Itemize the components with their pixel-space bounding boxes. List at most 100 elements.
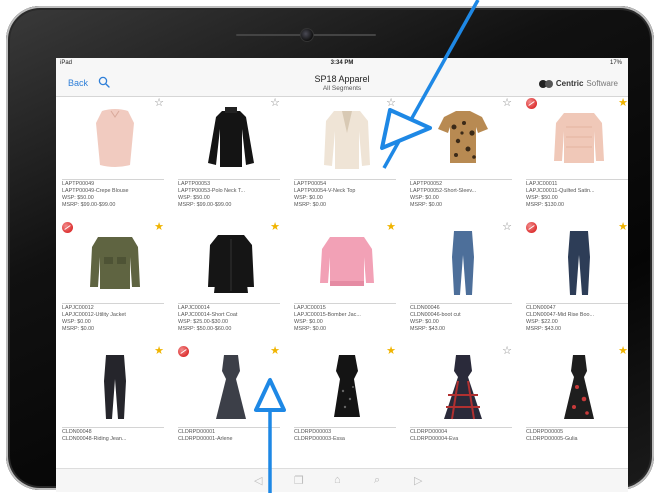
favorite-star-icon[interactable]: ★	[618, 222, 628, 233]
flag-badge-icon	[526, 98, 537, 109]
favorite-star-icon[interactable]: ★	[270, 222, 280, 233]
product-code: LAPTP00053	[178, 181, 211, 187]
product-card[interactable]: ★ LAPJC00014 LAPJC00014-Short Coat WSP: $25…	[174, 221, 288, 347]
product-card[interactable]: ★ CLDRPD00003 CLDRPD00003-Essa	[290, 345, 404, 471]
favorite-star-icon[interactable]: ★	[154, 346, 164, 357]
product-card[interactable]: ☆ LAPTP00052 LAPTP00052-Short-Sleev... WSP:…	[406, 97, 520, 223]
card-divider	[294, 179, 396, 180]
product-name: LAPTP00052-Short-Sleev...	[410, 188, 477, 194]
product-name: LAPTP00053-Polo Neck T...	[178, 188, 246, 194]
card-divider	[526, 303, 628, 304]
product-card[interactable]: ★ LAPJC00012 LAPJC00012-Utility Jacket WSP:…	[58, 221, 172, 347]
product-name: LAPTP00049-Crepe Blouse	[62, 188, 129, 194]
favorite-star-icon[interactable]: ☆	[270, 98, 280, 109]
product-card[interactable]: ★ CLDRPD00001 CLDRPD00001-Arlene	[174, 345, 288, 471]
product-card[interactable]: ☆ LAPTP00054 LAPTP00054-V-Neck Top WSP: $0.…	[290, 97, 404, 223]
favorite-star-icon[interactable]: ★	[270, 346, 280, 357]
favorite-star-icon[interactable]: ☆	[502, 222, 512, 233]
product-name: LAPJC00015-Bomber Jac...	[294, 312, 361, 318]
product-card[interactable]: ★ CLDN00047 CLDN00047-Mid Rise Boo... WSP: …	[522, 221, 628, 347]
favorite-star-icon[interactable]: ★	[386, 346, 396, 357]
camera-icon	[300, 28, 314, 42]
product-msrp: MSRP: $0.00	[294, 326, 327, 332]
product-msrp: MSRP: $99.00-$99.00	[62, 202, 116, 208]
product-image[interactable]	[312, 227, 382, 297]
product-code: LAPJC00012	[62, 305, 94, 311]
product-card[interactable]: ☆ LAPTP00049 LAPTP00049-Crepe Blouse WSP: $…	[58, 97, 172, 223]
product-code: CLDN00048	[62, 429, 92, 435]
product-wsp: WSP: $0.00	[294, 195, 323, 201]
card-divider	[526, 427, 628, 428]
product-card[interactable]: ★ LAPJC00011 LAPJC00011-Quilted Satin... WS…	[522, 97, 628, 223]
card-divider	[62, 303, 164, 304]
product-name: CLDN00046-boot cut	[410, 312, 461, 318]
product-name: LAPJC00012-Utility Jacket	[62, 312, 126, 318]
battery-label: 17%	[609, 60, 622, 66]
product-image[interactable]	[544, 227, 614, 297]
product-code: CLDRPD00005	[526, 429, 564, 435]
favorite-star-icon[interactable]: ☆	[386, 98, 396, 109]
favorite-star-icon[interactable]: ★	[618, 98, 628, 109]
home-icon[interactable]: ⌂	[334, 474, 341, 486]
product-code: LAPTP00049	[62, 181, 95, 187]
product-code: LAPJC00015	[294, 305, 326, 311]
product-wsp: WSP: $0.00	[294, 319, 323, 325]
logo-text-light: Software	[586, 79, 618, 88]
product-image[interactable]	[312, 351, 382, 421]
tablet-frame: iPad 3:34 PM 17% Back SP18 Apparel All S…	[6, 6, 654, 492]
product-image[interactable]	[544, 103, 614, 173]
product-name: CLDRPD00001-Arlene	[178, 436, 233, 442]
flag-badge-icon	[62, 222, 73, 233]
product-image[interactable]	[428, 351, 498, 421]
product-name: CLDRPD00005-Gulia	[526, 436, 578, 442]
product-msrp: MSRP: $130.00	[526, 202, 565, 208]
product-card[interactable]: ☆ CLDN00046 CLDN00046-boot cut WSP: $0.00 MS…	[406, 221, 520, 347]
favorite-star-icon[interactable]: ☆	[502, 346, 512, 357]
product-card[interactable]: ★ CLDN00048 CLDN00048-Riding Jean...	[58, 345, 172, 471]
product-image[interactable]	[428, 227, 498, 297]
product-card[interactable]: ★ CLDRPD00005 CLDRPD00005-Gulia	[522, 345, 628, 471]
product-wsp: WSP: $0.00	[410, 195, 439, 201]
copy-icon[interactable]: ❐	[294, 474, 304, 487]
flag-badge-icon	[178, 346, 189, 357]
favorite-star-icon[interactable]: ★	[386, 222, 396, 233]
product-image[interactable]	[428, 103, 498, 173]
favorite-star-icon[interactable]: ★	[618, 346, 628, 357]
favorite-star-icon[interactable]: ☆	[154, 98, 164, 109]
favorite-star-icon[interactable]: ★	[154, 222, 164, 233]
product-image[interactable]	[544, 351, 614, 421]
back-arrow-icon[interactable]: ◁	[254, 474, 262, 487]
product-wsp: WSP: $25.00-$30.00	[178, 319, 229, 325]
card-divider	[178, 303, 280, 304]
product-image[interactable]	[196, 351, 266, 421]
search-dock-icon[interactable]: ⌕	[374, 474, 380, 487]
product-name: CLDN00047-Mid Rise Boo...	[526, 312, 595, 318]
card-divider	[62, 179, 164, 180]
product-image[interactable]	[80, 227, 150, 297]
status-time: 3:34 PM	[330, 60, 354, 66]
product-image[interactable]	[312, 103, 382, 173]
product-wsp: WSP: $0.00	[62, 319, 91, 325]
favorite-star-icon[interactable]: ☆	[502, 98, 512, 109]
product-code: LAPJC00011	[526, 181, 558, 187]
product-card[interactable]: ★ LAPJC00015 LAPJC00015-Bomber Jac... WSP: …	[290, 221, 404, 347]
product-image[interactable]	[196, 227, 266, 297]
card-divider	[410, 303, 512, 304]
product-wsp: WSP: $0.00	[410, 319, 439, 325]
card-divider	[294, 303, 396, 304]
navigation-bar: Back SP18 Apparel All Segments Centric So…	[56, 70, 628, 97]
product-image[interactable]	[196, 103, 266, 173]
card-divider	[178, 427, 280, 428]
product-image[interactable]	[80, 351, 150, 421]
product-msrp: MSRP: $50.00-$60.00	[178, 326, 232, 332]
product-code: CLDRPD00003	[294, 429, 332, 435]
product-code: CLDRPD00001	[178, 429, 216, 435]
card-divider	[526, 179, 628, 180]
product-image[interactable]	[80, 103, 150, 173]
product-card[interactable]: ☆ LAPTP00053 LAPTP00053-Polo Neck T... WSP:…	[174, 97, 288, 223]
forward-arrow-icon[interactable]: ▷	[414, 474, 422, 487]
product-msrp: MSRP: $43.00	[410, 326, 446, 332]
product-code: CLDN00047	[526, 305, 556, 311]
product-code: CLDRPD00004	[410, 429, 448, 435]
product-card[interactable]: ☆ CLDRPD00004 CLDRPD00004-Eva	[406, 345, 520, 471]
